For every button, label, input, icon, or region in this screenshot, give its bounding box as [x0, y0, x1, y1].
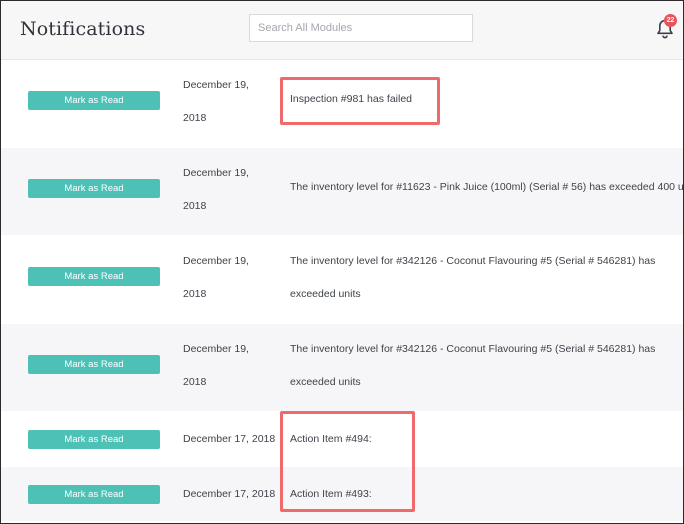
notification-date: December 19, 2018: [183, 255, 249, 300]
page-title: Notifications: [20, 18, 146, 40]
mark-as-read-button[interactable]: Mark as Read: [28, 179, 160, 198]
notification-list: Mark as Read December 19, 2018 Inspectio…: [1, 60, 683, 522]
search-input[interactable]: [249, 14, 473, 42]
top-bar: Notifications 22: [1, 1, 683, 60]
mark-as-read-button[interactable]: Mark as Read: [28, 267, 160, 286]
notifications-page: Notifications 22 Mark as Read December 1…: [0, 0, 684, 524]
notification-message: Action Item #493:: [290, 488, 372, 500]
notification-row: Mark as Read December 19, 2018 The inven…: [1, 236, 683, 324]
mark-as-read-button[interactable]: Mark as Read: [28, 485, 160, 504]
notification-count-badge: 22: [664, 14, 677, 27]
notification-date: December 19, 2018: [183, 79, 249, 124]
notification-row: Mark as Read December 17, 2018 Action It…: [1, 467, 683, 522]
notification-message: Inspection #981 has failed: [290, 93, 413, 105]
notification-row: Mark as Read December 19, 2018 Inspectio…: [1, 60, 683, 148]
notification-date: December 19, 2018: [183, 343, 249, 388]
notification-message: Action Item #494:: [290, 433, 372, 445]
notification-date: December 17, 2018: [183, 488, 276, 500]
notification-row: Mark as Read December 19, 2018 The inven…: [1, 324, 683, 412]
notification-row: Mark as Read December 17, 2018 Action It…: [1, 412, 683, 467]
notification-message: The inventory level for #342126 - Coconu…: [290, 255, 656, 300]
notification-date: December 19, 2018: [183, 167, 249, 212]
mark-as-read-button[interactable]: Mark as Read: [28, 355, 160, 374]
notification-date: December 17, 2018: [183, 433, 276, 445]
notification-row: Mark as Read December 19, 2018 The inven…: [1, 148, 683, 236]
notification-message: The inventory level for #342126 - Coconu…: [290, 343, 656, 388]
notification-message: The inventory level for #11623 - Pink Ju…: [290, 181, 684, 193]
mark-as-read-button[interactable]: Mark as Read: [28, 91, 160, 110]
mark-as-read-button[interactable]: Mark as Read: [28, 430, 160, 449]
